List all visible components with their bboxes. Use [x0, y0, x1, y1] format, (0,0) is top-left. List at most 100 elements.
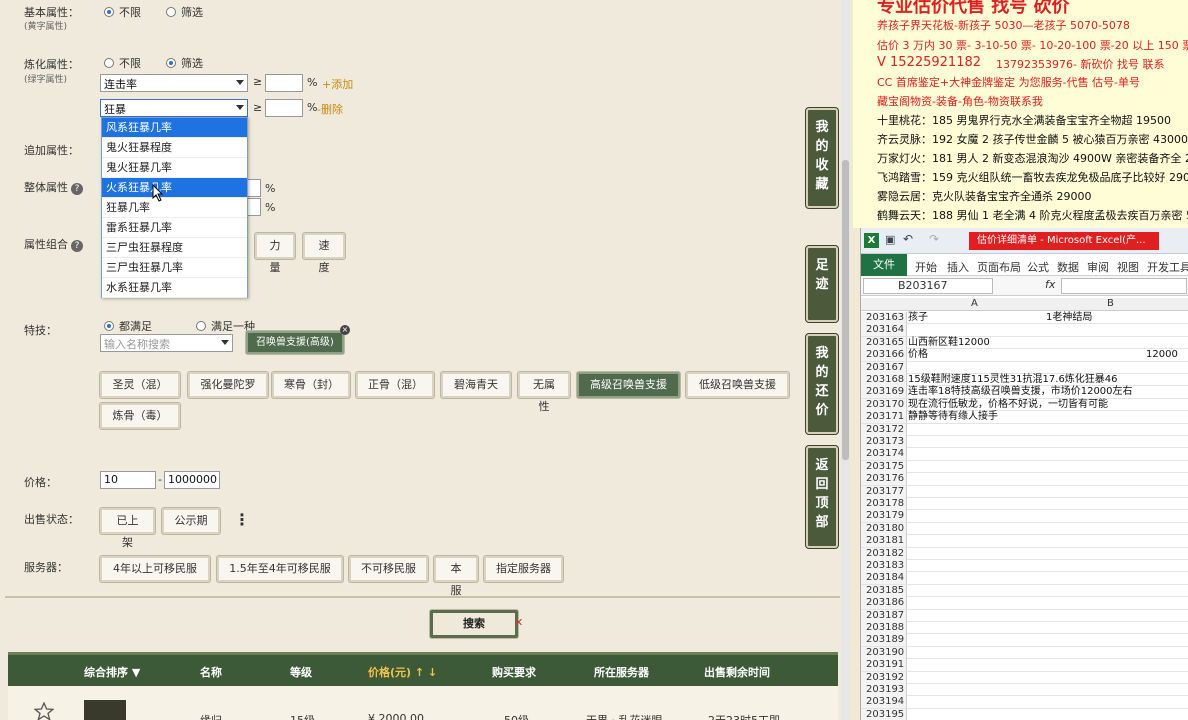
cell-a[interactable]: 连击率18特技高级召唤兽支援，市场价12000左右: [908, 386, 1133, 398]
sheet-row[interactable]: 203190: [861, 646, 1188, 660]
row-number[interactable]: 203180: [861, 522, 907, 535]
public-period-button[interactable]: 公示期: [162, 508, 220, 534]
search-button[interactable]: 搜索: [430, 610, 518, 638]
tab-page-layout[interactable]: 页面布局: [977, 259, 1021, 275]
tab-file[interactable]: 文件: [861, 254, 907, 276]
row-number[interactable]: 203193: [861, 684, 907, 696]
row-number[interactable]: 203163: [861, 312, 907, 324]
sort-column[interactable]: 综合排序 ▼: [84, 664, 140, 680]
row-number[interactable]: 203169: [861, 386, 907, 399]
row-number[interactable]: 203168: [861, 374, 907, 386]
sheet-row[interactable]: 203179: [861, 510, 1188, 523]
speed-button[interactable]: 速度: [303, 233, 345, 274]
cell-a[interactable]: 现在流行低敏龙，价格不好说，一切皆有可能: [908, 399, 1108, 411]
help-icon[interactable]: ?: [71, 240, 83, 252]
my-counter-offer-tab[interactable]: 我的还价: [806, 334, 838, 434]
skill-button[interactable]: 强化曼陀罗: [188, 372, 268, 398]
cell-a[interactable]: 孩子: [908, 312, 928, 324]
price-min-input[interactable]: 10: [100, 471, 156, 489]
back-to-top-tab[interactable]: 返回顶部: [806, 446, 838, 548]
server-button[interactable]: 不可移民服: [349, 556, 428, 582]
refine-attr-select-1[interactable]: 连击率: [100, 74, 248, 92]
sheet-row[interactable]: 203174: [861, 448, 1188, 461]
skill-button[interactable]: 碧海青天: [441, 372, 511, 398]
basic-unlimited-radio[interactable]: 不限: [104, 4, 141, 20]
remove-attr-link[interactable]: -删除: [317, 101, 343, 117]
row-number[interactable]: 203195: [861, 708, 907, 720]
sheet-row[interactable]: 203166 价格 12000: [861, 349, 1188, 362]
skill-button[interactable]: 圣灵（混）: [100, 372, 180, 398]
sheet-row[interactable]: 203184: [861, 572, 1188, 585]
row-number[interactable]: 203192: [861, 671, 907, 684]
help-icon[interactable]: ?: [71, 183, 83, 195]
tab-formulas[interactable]: 公式: [1027, 259, 1049, 275]
tab-insert[interactable]: 插入: [947, 259, 969, 275]
my-favorites-tab[interactable]: 我的收藏: [806, 108, 838, 208]
refine-value-input-1[interactable]: [265, 74, 303, 92]
sheet-row[interactable]: 203191: [861, 659, 1188, 672]
undo-icon[interactable]: ↶: [903, 232, 913, 246]
row-number[interactable]: 203177: [861, 485, 907, 498]
refine-attr-select-2[interactable]: 狂暴: [100, 99, 248, 117]
row-number[interactable]: 203164: [861, 324, 907, 337]
row-number[interactable]: 203170: [861, 398, 907, 411]
dropdown-option[interactable]: 三尸虫狂暴程度: [102, 238, 247, 258]
sheet-row[interactable]: 203178: [861, 498, 1188, 511]
skill-button-selected[interactable]: 高级召唤兽支援: [577, 372, 680, 398]
row-number[interactable]: 203172: [861, 423, 907, 436]
strength-button[interactable]: 力量: [255, 233, 295, 274]
dropdown-option[interactable]: 鬼火狂暴几率: [102, 158, 247, 178]
cell-a[interactable]: 山西新区鞋12000: [908, 337, 990, 349]
sheet-row[interactable]: 203165 山西新区鞋12000: [861, 336, 1188, 350]
skill-search-input[interactable]: 输入名称搜索: [100, 334, 233, 352]
scrollbar-thumb[interactable]: [842, 160, 849, 460]
row-number[interactable]: 203190: [861, 646, 907, 659]
sheet-row[interactable]: 203192: [861, 671, 1188, 684]
row-number[interactable]: 203182: [861, 547, 907, 560]
row-number[interactable]: 203166: [861, 349, 907, 362]
row-number[interactable]: 203176: [861, 473, 907, 486]
row-number[interactable]: 203174: [861, 448, 907, 461]
formula-input[interactable]: [1061, 278, 1187, 294]
cell-b[interactable]: 1老神结局: [1046, 312, 1092, 324]
refine-filter-radio[interactable]: 筛选: [166, 55, 203, 71]
server-button[interactable]: 4年以上可移民服: [100, 556, 210, 582]
row-number[interactable]: 203185: [861, 584, 907, 597]
result-row[interactable]: 缘归 15级 ¥ 2000.00 50级 天界 · 乱花迷眼 2天23时5ㄒ即: [8, 686, 838, 720]
row-number[interactable]: 203184: [861, 572, 907, 585]
attr-dropdown-list[interactable]: 风系狂暴几率 鬼火狂暴程度 鬼火狂暴几率 火系狂暴几率 狂暴几率 雷系狂暴几率 …: [101, 117, 248, 298]
sheet-row[interactable]: 203164: [861, 324, 1188, 337]
skill-button[interactable]: 寒骨（封）: [272, 372, 350, 398]
sheet-row[interactable]: 203183: [861, 560, 1188, 573]
sheet-row[interactable]: 203185: [861, 584, 1188, 598]
row-number[interactable]: 203178: [861, 498, 907, 510]
sheet-row[interactable]: 203167: [861, 361, 1188, 374]
fx-icon[interactable]: fx: [1045, 278, 1055, 291]
sheet-row[interactable]: 203186: [861, 597, 1188, 610]
sheet-row[interactable]: 203168 15级鞋附速度115灵性31抗混17.6炼化狂暴46: [861, 374, 1188, 387]
footprint-tab[interactable]: 足迹: [806, 246, 838, 322]
column-a-header[interactable]: A: [971, 298, 978, 309]
sheet-row[interactable]: 203169 连击率18特技高级召唤兽支援，市场价12000左右: [861, 386, 1188, 399]
basic-filter-radio[interactable]: 筛选: [166, 4, 203, 20]
cell-b[interactable]: 12000: [1146, 349, 1178, 361]
dropdown-option[interactable]: 火系狂暴几率: [102, 178, 247, 198]
skill-button[interactable]: 低级召唤兽支援: [686, 372, 789, 398]
sheet-row[interactable]: 203194: [861, 696, 1188, 709]
row-number[interactable]: 203194: [861, 696, 907, 709]
refine-unlimited-radio[interactable]: 不限: [104, 55, 141, 71]
sheet-row[interactable]: 203163 孩子 1老神结局: [861, 312, 1188, 325]
row-number[interactable]: 203173: [861, 436, 907, 448]
price-max-input[interactable]: 1000000: [164, 471, 220, 489]
row-number[interactable]: 203171: [861, 411, 907, 424]
tab-review[interactable]: 审阅: [1087, 259, 1109, 275]
save-icon[interactable]: ▣: [885, 233, 895, 246]
redo-icon[interactable]: ↷: [929, 232, 939, 246]
tab-data[interactable]: 数据: [1057, 259, 1079, 275]
skill-all-radio[interactable]: 都满足: [104, 318, 152, 334]
dropdown-option[interactable]: 狂暴几率: [102, 198, 247, 218]
tab-home[interactable]: 开始: [915, 259, 937, 275]
sheet-row[interactable]: 203171 静静等待有缘人接手: [861, 411, 1188, 424]
scrollbar-track[interactable]: [841, 0, 850, 720]
sheet-row[interactable]: 203173: [861, 436, 1188, 449]
